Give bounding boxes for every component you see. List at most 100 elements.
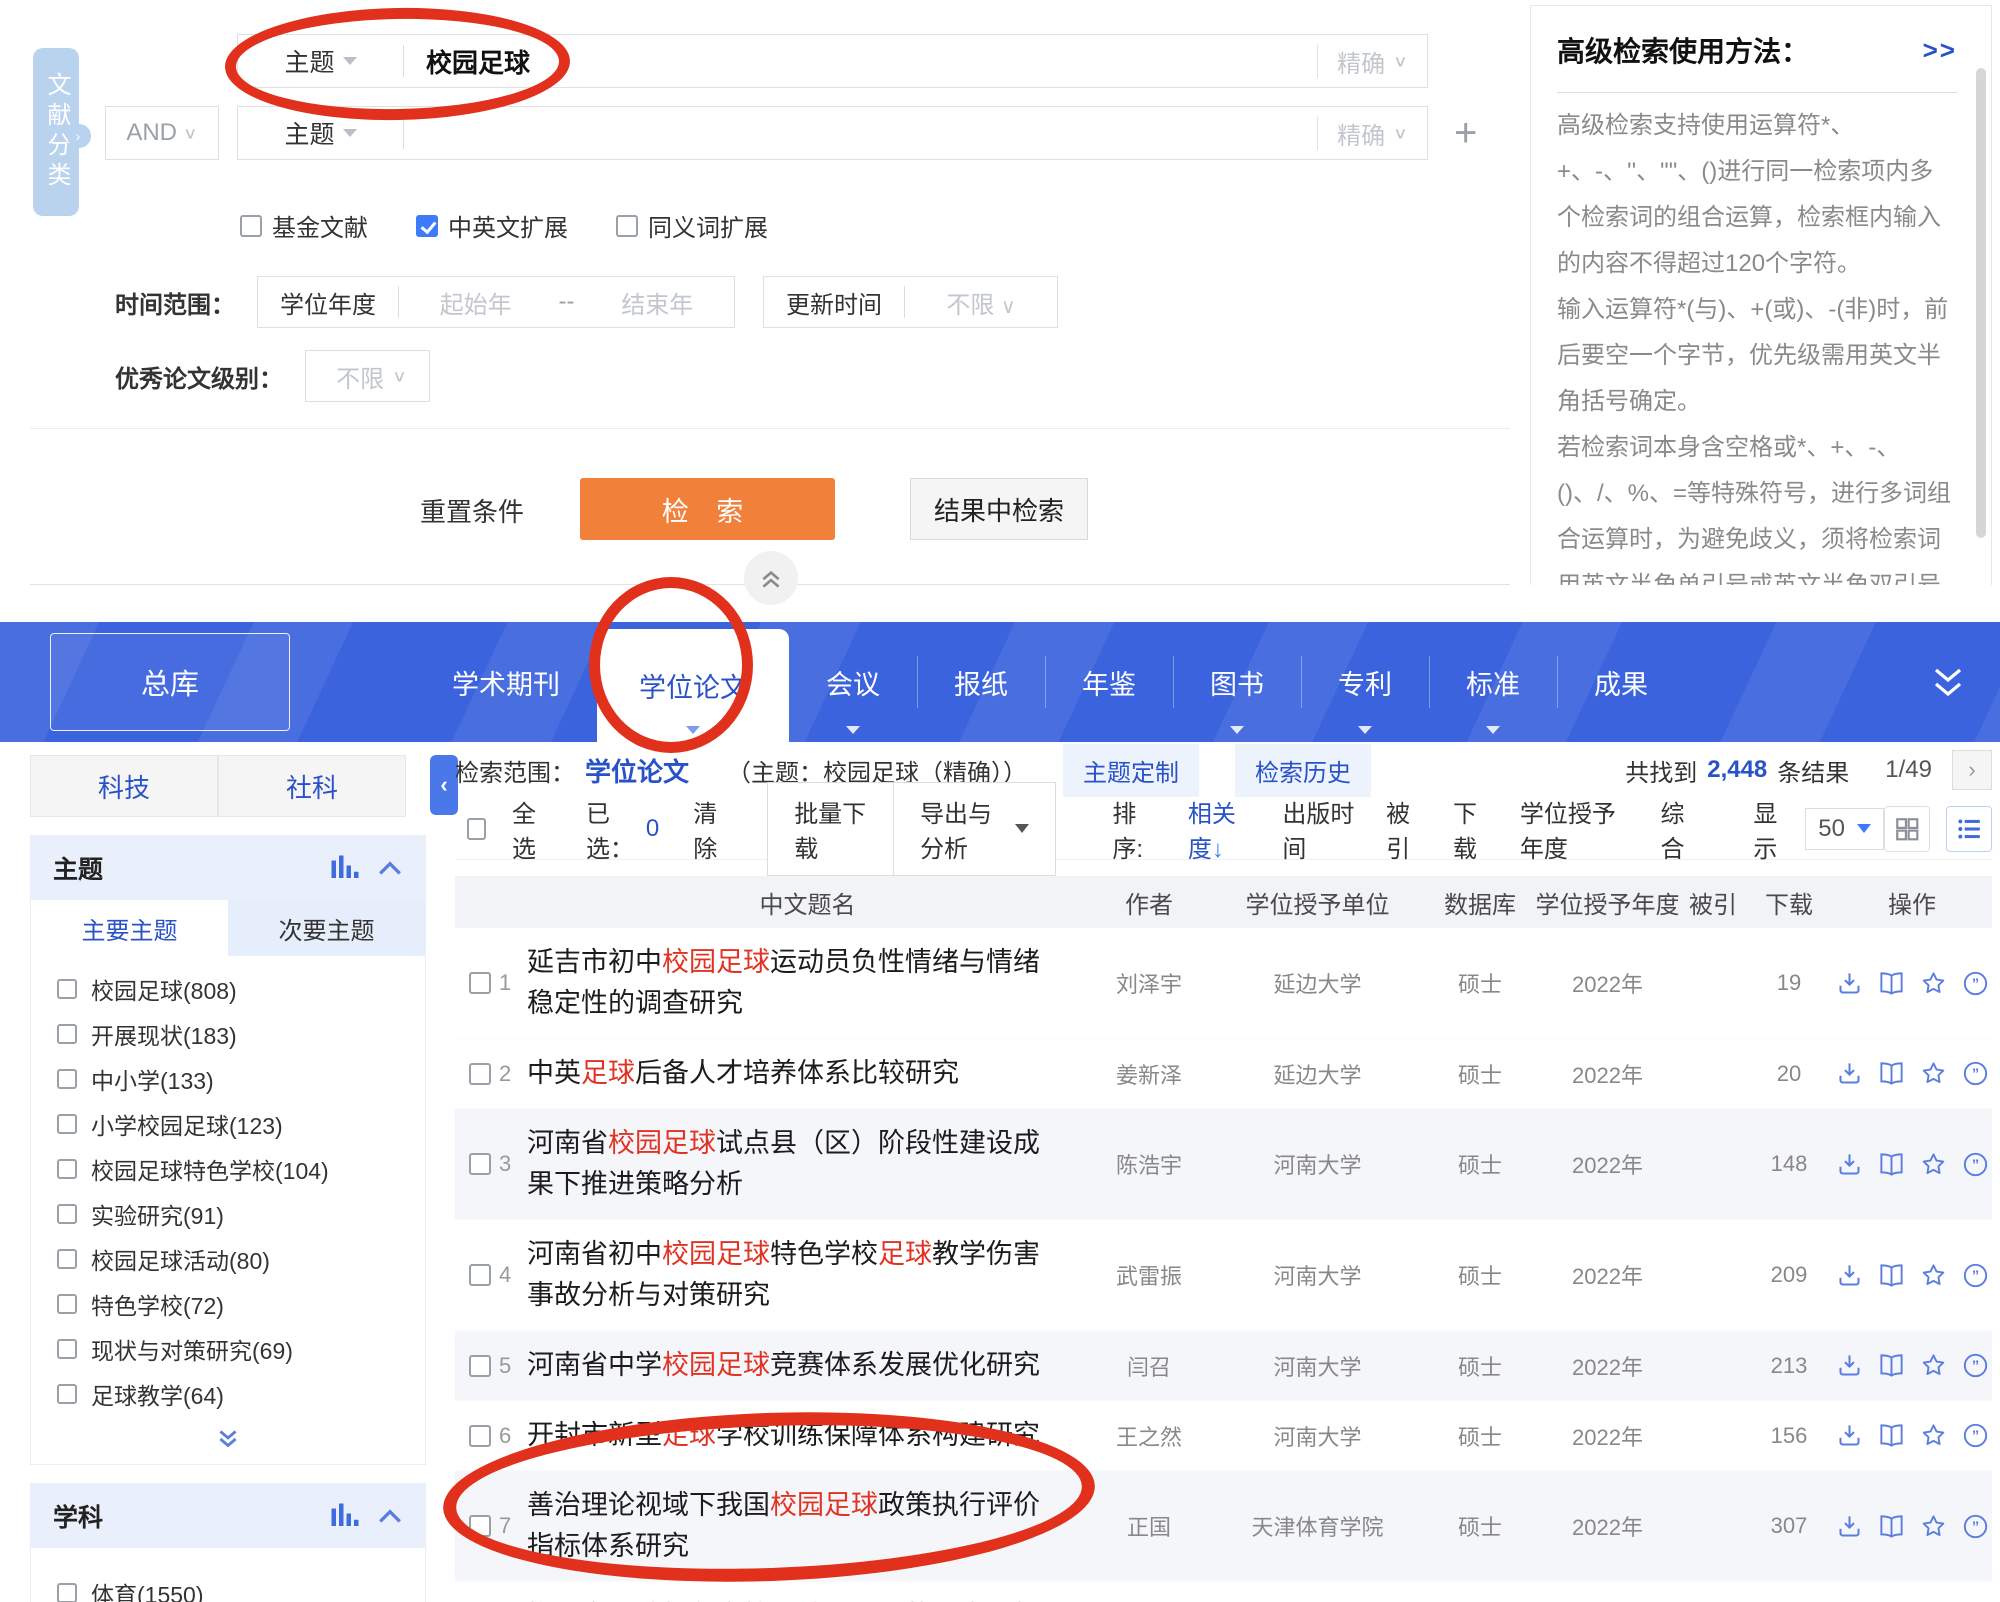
author-cell[interactable]: 陈浩宇 <box>1088 1148 1210 1180</box>
book-icon[interactable] <box>1878 1151 1905 1178</box>
author-cell[interactable]: 姜新泽 <box>1088 1058 1210 1090</box>
document-category-tab[interactable]: 文献分类 › <box>33 48 79 216</box>
nav-item-1[interactable]: 学术期刊 <box>415 622 597 742</box>
book-icon[interactable] <box>1878 1060 1905 1087</box>
export-analyze-button[interactable]: 导出与分析 <box>893 783 1055 875</box>
star-icon[interactable] <box>1920 1513 1947 1540</box>
thesis-title-link[interactable]: 中英足球后备人才培养体系比较研究 <box>527 1053 1088 1094</box>
row-checkbox[interactable] <box>469 1515 491 1537</box>
author-cell[interactable]: 武雷振 <box>1088 1259 1210 1291</box>
nav-item-2[interactable]: 学位论文 <box>597 629 789 742</box>
scope-value[interactable]: 学位论文 <box>585 752 689 789</box>
thesis-title-link[interactable]: 开封市新型足球学校训练保障体系构建研究 <box>527 1415 1088 1456</box>
facet-item-subject-1[interactable]: 体育(1550) <box>31 1570 425 1602</box>
help-more-link[interactable]: >> <box>1923 35 1957 66</box>
page-size-select[interactable]: 50 <box>1805 808 1884 850</box>
unchecked-checkbox[interactable] <box>57 979 77 999</box>
row-checkbox[interactable] <box>469 1425 491 1447</box>
download-icon[interactable] <box>1836 970 1863 997</box>
thesis-title-link[interactable]: 梅州市足球特色学校足球开展现状调查分析 ——以梅州市梅县区高级中学为例 <box>527 1596 1088 1602</box>
facet-item-topic-8[interactable]: 特色学校(72) <box>31 1281 425 1326</box>
nav-item-3[interactable]: 会议 <box>789 622 917 742</box>
unchecked-checkbox[interactable] <box>57 1294 77 1314</box>
nav-item-9[interactable]: 成果 <box>1557 622 1685 742</box>
sort-option-2[interactable]: 出版时间 <box>1282 794 1356 864</box>
sidebar-tab-science[interactable]: 科技 <box>30 755 218 817</box>
unchecked-checkbox[interactable] <box>57 1024 77 1044</box>
unchecked-checkbox[interactable] <box>57 1249 77 1269</box>
download-icon[interactable] <box>1836 1352 1863 1379</box>
star-icon[interactable] <box>1920 1422 1947 1449</box>
unchecked-checkbox[interactable] <box>57 1159 77 1179</box>
facet-item-topic-3[interactable]: 中小学(133) <box>31 1056 425 1101</box>
sort-option-6[interactable]: 综合 <box>1660 794 1697 864</box>
batch-download-button[interactable]: 批量下载 <box>768 783 893 875</box>
nav-item-8[interactable]: 标准 <box>1429 622 1557 742</box>
search-input-1[interactable]: 校园足球 <box>404 43 1317 80</box>
match-select-1[interactable]: 精确 ∨ <box>1317 44 1427 78</box>
thesis-title-link[interactable]: 善治理论视域下我国校园足球政策执行评价指标体系研究 <box>527 1485 1088 1567</box>
row-checkbox[interactable] <box>469 1264 491 1286</box>
search-option-0[interactable]: 基金文献 <box>240 208 368 243</box>
facet-item-topic-1[interactable]: 校园足球(808) <box>31 966 425 1011</box>
tab-primary-topics[interactable]: 主要主题 <box>31 900 228 956</box>
scrollbar-thumb[interactable] <box>1976 68 1986 538</box>
topic-customize-button[interactable]: 主题定制 <box>1063 744 1199 797</box>
unchecked-checkbox[interactable] <box>240 215 262 237</box>
field-select-1[interactable]: 主题 <box>238 43 403 79</box>
quote-icon[interactable]: ” <box>1962 1352 1989 1379</box>
author-cell[interactable]: 王之然 <box>1088 1420 1210 1452</box>
book-icon[interactable] <box>1878 1352 1905 1379</box>
facet-item-topic-2[interactable]: 开展现状(183) <box>31 1011 425 1056</box>
star-icon[interactable] <box>1920 1060 1947 1087</box>
degree-year-select[interactable]: 学位年度 <box>258 285 398 320</box>
author-cell[interactable]: 闫召 <box>1088 1350 1210 1382</box>
author-cell[interactable]: 刘泽宇 <box>1088 967 1210 999</box>
nav-item-4[interactable]: 报纸 <box>917 622 1045 742</box>
book-icon[interactable] <box>1878 970 1905 997</box>
book-icon[interactable] <box>1878 1422 1905 1449</box>
quote-icon[interactable]: ” <box>1962 1262 1989 1289</box>
book-icon[interactable] <box>1878 1513 1905 1540</box>
star-icon[interactable] <box>1920 1262 1947 1289</box>
download-icon[interactable] <box>1836 1060 1863 1087</box>
collapse-section-icon[interactable] <box>377 859 403 877</box>
thesis-title-link[interactable]: 河南省校园足球试点县（区）阶段性建设成果下推进策略分析 <box>527 1123 1088 1205</box>
bar-chart-icon[interactable] <box>329 855 359 881</box>
clear-selection-button[interactable]: 清除 <box>693 794 733 864</box>
thesis-title-link[interactable]: 延吉市初中校园足球运动员负性情绪与情绪稳定性的调查研究 <box>527 942 1088 1024</box>
next-page-button[interactable]: › <box>1952 750 1992 790</box>
star-icon[interactable] <box>1920 1151 1947 1178</box>
facet-item-topic-6[interactable]: 实验研究(91) <box>31 1191 425 1236</box>
update-time-select[interactable]: 不限 ∨ <box>905 285 1057 320</box>
download-icon[interactable] <box>1836 1262 1863 1289</box>
field-select-2[interactable]: 主题 <box>238 115 403 151</box>
nav-item-6[interactable]: 图书 <box>1173 622 1301 742</box>
facet-item-topic-9[interactable]: 现状与对策研究(69) <box>31 1326 425 1371</box>
sort-option-4[interactable]: 下载 <box>1453 794 1490 864</box>
quote-icon[interactable]: ” <box>1962 1060 1989 1087</box>
end-year-input[interactable]: 结束年 <box>581 285 735 320</box>
nav-item-total-library[interactable]: 总库 <box>50 633 290 731</box>
search-option-2[interactable]: 同义词扩展 <box>616 208 768 243</box>
add-search-row-icon[interactable]: + <box>1454 114 1477 152</box>
operator-select[interactable]: AND ∨ <box>105 106 219 160</box>
quote-icon[interactable]: ” <box>1962 970 1989 997</box>
show-more-topics-button[interactable] <box>31 1420 425 1464</box>
start-year-input[interactable]: 起始年 <box>399 285 553 320</box>
unchecked-checkbox[interactable] <box>57 1114 77 1134</box>
sort-option-3[interactable]: 被引 <box>1386 794 1423 864</box>
row-checkbox[interactable] <box>469 972 491 994</box>
sidebar-collapse-button[interactable]: ‹ <box>430 755 458 815</box>
list-view-button[interactable] <box>1946 806 1992 852</box>
thesis-title-link[interactable]: 河南省初中校园足球特色学校足球教学伤害事故分析与对策研究 <box>527 1234 1088 1316</box>
match-select-2[interactable]: 精确 ∨ <box>1317 116 1427 150</box>
thesis-title-link[interactable]: 河南省中学校园足球竞赛体系发展优化研究 <box>527 1345 1088 1386</box>
author-cell[interactable]: 正国 <box>1088 1510 1210 1542</box>
download-icon[interactable] <box>1836 1422 1863 1449</box>
nav-item-7[interactable]: 专利 <box>1301 622 1429 742</box>
search-in-results-button[interactable]: 结果中检索 <box>910 478 1088 540</box>
facet-item-topic-10[interactable]: 足球教学(64) <box>31 1371 425 1416</box>
unchecked-checkbox[interactable] <box>616 215 638 237</box>
search-button[interactable]: 检 索 <box>580 478 835 540</box>
